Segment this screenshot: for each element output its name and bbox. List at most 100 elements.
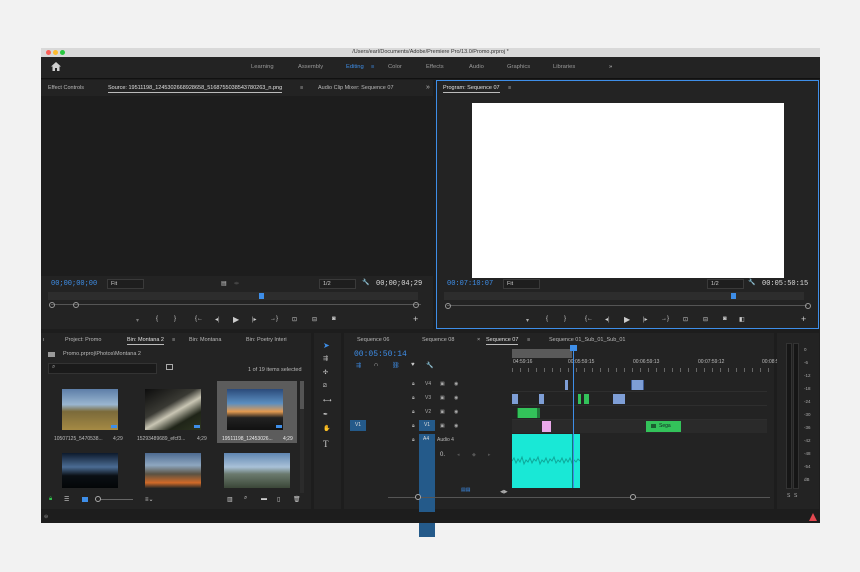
tab-sequence-07[interactable]: Sequence 07 — [486, 337, 519, 345]
bin-scrollbar[interactable] — [300, 381, 304, 493]
timeline-settings-icon[interactable]: 🔧 — [426, 362, 433, 369]
audio-volume-value[interactable]: 0. — [440, 452, 445, 458]
work-area-bar[interactable] — [512, 349, 572, 358]
program-step-forward-button[interactable]: |▸ — [643, 316, 648, 323]
video-clip[interactable] — [565, 380, 568, 390]
video-clip[interactable] — [539, 394, 544, 404]
program-play-button[interactable]: ▶ — [624, 315, 630, 324]
tab-sequence-08[interactable]: Sequence 08 — [422, 337, 454, 343]
lock-track-icon[interactable]: 🔒︎ — [412, 381, 415, 387]
eye-icon[interactable]: ◉ — [454, 423, 458, 429]
program-zoom-handle-right[interactable] — [805, 303, 811, 309]
source-scrubber[interactable] — [48, 292, 418, 300]
lock-track-icon[interactable]: 🔒︎ — [412, 409, 415, 415]
bin-menu-icon[interactable]: ≡ — [172, 337, 175, 343]
timeline-ruler[interactable]: 04:59:16 00:05:59:15 00:06:59:13 00:07:5… — [512, 349, 788, 375]
lock-track-icon[interactable]: 🔒︎ — [412, 423, 415, 429]
timeline-vertical-scroll[interactable] — [770, 378, 773, 490]
workspace-audio[interactable]: Audio — [469, 64, 484, 70]
automate-to-sequence-icon[interactable]: ▥ — [227, 496, 233, 503]
program-playhead[interactable] — [731, 293, 736, 299]
video-clip[interactable] — [542, 421, 551, 432]
selected-media-card[interactable]: 19511198_12453026... 4;29 — [217, 381, 297, 443]
source-export-frame-button[interactable]: ◙ — [332, 316, 336, 322]
bin-search-input[interactable]: ⌕ — [48, 363, 157, 374]
media-thumbnail[interactable] — [62, 389, 118, 430]
media-thumbnail[interactable] — [224, 453, 290, 488]
tab-bin-montana-2[interactable]: Bin: Montana 2 — [127, 337, 164, 345]
hscroll-handle-right[interactable] — [630, 494, 636, 500]
hand-tool-icon[interactable]: ✋ — [323, 425, 330, 432]
pen-tool-icon[interactable]: ✒ — [323, 411, 328, 418]
workspace-effects[interactable]: Effects — [426, 64, 444, 70]
audio-clip[interactable] — [512, 434, 580, 488]
minimize-window-button[interactable] — [53, 50, 58, 55]
program-fit-dropdown[interactable]: Fit — [503, 279, 540, 289]
lock-icon[interactable]: 🔒︎ — [49, 496, 52, 503]
selection-tool-icon[interactable]: ➤ — [323, 341, 330, 350]
media-thumbnail[interactable] — [145, 389, 201, 430]
track-header-v2[interactable]: 🔒︎ V2 ▣ ◉ — [388, 406, 510, 418]
source-add-marker-button[interactable]: ▾ — [136, 317, 139, 324]
program-add-button[interactable]: + — [801, 314, 806, 324]
source-menu-icon[interactable]: ≡ — [300, 85, 303, 91]
eye-icon[interactable]: ◉ — [454, 409, 458, 415]
linked-selection-icon[interactable]: ⛓ — [392, 362, 400, 369]
source-zoom-bar[interactable] — [51, 304, 421, 305]
track-header-v3[interactable]: 🔒︎ V3 ▣ ◉ — [388, 392, 510, 404]
source-resolution-dropdown[interactable]: 1/2 — [319, 279, 356, 289]
eye-icon[interactable]: ◉ — [454, 395, 458, 401]
zoom-window-button[interactable] — [60, 50, 65, 55]
next-keyframe-icon[interactable]: ▸ — [488, 452, 491, 458]
workspace-color[interactable]: Color — [388, 64, 402, 70]
video-clip[interactable] — [578, 394, 581, 404]
ripple-edit-tool-icon[interactable]: ✣ — [323, 369, 328, 376]
workspace-libraries[interactable]: Libraries — [553, 64, 575, 70]
track-header-v4[interactable]: 🔒︎ V4 ▣ ◉ — [388, 378, 510, 390]
tab-source[interactable]: Source: 19511198_1245302668928658_516875… — [108, 85, 283, 93]
program-scrubber[interactable] — [444, 292, 804, 300]
tab-sequence-06[interactable]: Sequence 06 — [357, 337, 389, 343]
project-tabs-overflow[interactable]: ı — [43, 337, 45, 343]
timeline-playhead[interactable] — [573, 348, 574, 488]
sort-icon[interactable]: ≡⌄ — [145, 496, 154, 503]
tab-close-icon[interactable]: × — [477, 337, 480, 343]
timeline-horizontal-scroll[interactable] — [388, 494, 770, 500]
zoom-to-sequence-icon[interactable]: ◀▶ — [500, 489, 508, 495]
source-fit-dropdown[interactable]: Fit — [107, 279, 144, 289]
timeline-timecode[interactable]: 00:05:50:14 — [354, 350, 407, 359]
program-wrench-icon[interactable]: 🔧 — [748, 279, 755, 286]
source-add-button[interactable]: + — [413, 314, 418, 324]
add-keyframe-icon[interactable]: ◆ — [472, 452, 476, 458]
sync-lock-icon[interactable]: ▣ — [440, 395, 445, 401]
video-clip[interactable] — [613, 394, 625, 404]
snap-icon[interactable]: ∩ — [374, 362, 378, 368]
program-export-frame-button[interactable]: ◙ — [723, 316, 727, 322]
tab-bin-montana[interactable]: Bin: Montana — [189, 337, 221, 343]
source-mark-out-button[interactable]: } — [174, 316, 176, 322]
sync-lock-icon[interactable]: ▣ — [440, 423, 445, 429]
track-header-v1[interactable]: V1 🔒︎ V1 ▣ ◉ — [348, 420, 510, 432]
media-thumbnail[interactable] — [227, 389, 283, 430]
program-comparison-view-icon[interactable]: ◧ — [739, 316, 745, 323]
workspace-learning[interactable]: Learning — [251, 64, 274, 70]
type-tool-icon[interactable]: T — [323, 439, 329, 449]
media-thumbnail[interactable] — [145, 453, 201, 488]
source-overwrite-button[interactable]: ⊟ — [312, 316, 317, 323]
video-clip[interactable] — [512, 394, 518, 404]
program-add-marker-button[interactable]: ▾ — [526, 317, 529, 324]
sync-lock-icon[interactable]: ▣ — [440, 381, 445, 387]
source-zoom-handle-left[interactable] — [49, 302, 55, 308]
new-search-bin-icon[interactable] — [166, 364, 173, 370]
program-mark-in-button[interactable]: { — [546, 316, 548, 322]
program-lift-button[interactable]: ⊡ — [683, 316, 688, 323]
workspace-overflow-icon[interactable]: » — [609, 64, 612, 70]
source-mark-in-button[interactable]: { — [156, 316, 158, 322]
program-zoom-bar[interactable] — [447, 305, 807, 306]
source-zoom-handle-end[interactable] — [413, 302, 419, 308]
media-thumbnail[interactable] — [62, 453, 118, 488]
tab-program[interactable]: Program: Sequence 07 — [443, 85, 500, 93]
status-notification-icon[interactable]: ⊖ — [44, 514, 48, 520]
playhead-handle[interactable] — [570, 345, 577, 351]
program-menu-icon[interactable]: ≡ — [508, 85, 511, 91]
